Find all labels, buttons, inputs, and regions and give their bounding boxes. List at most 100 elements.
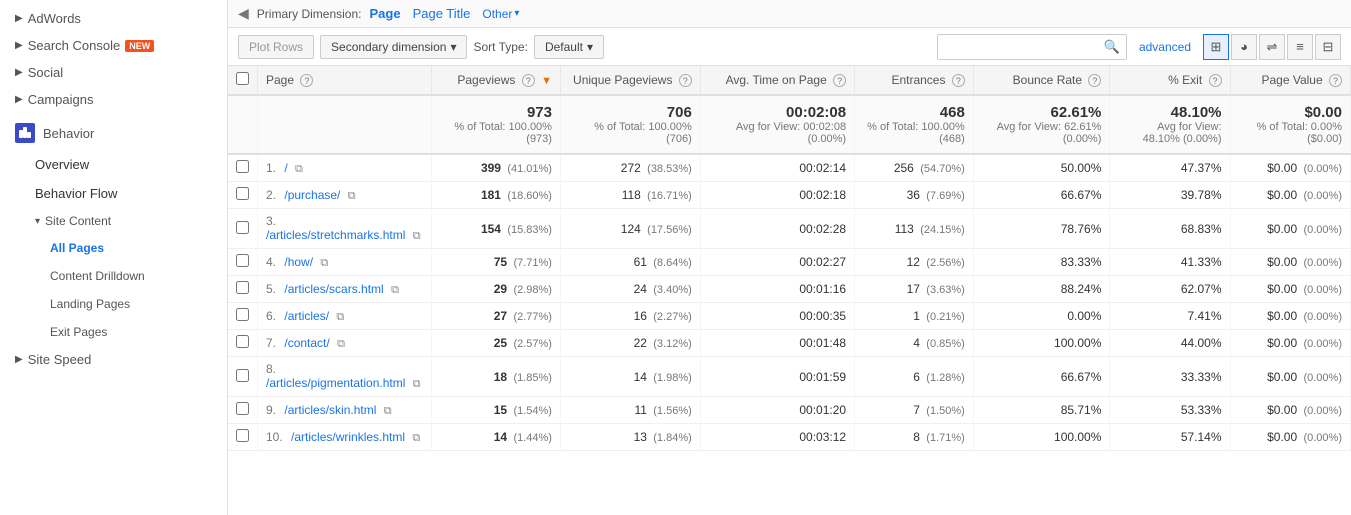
sidebar-item-content-drilldown[interactable]: Content Drilldown xyxy=(0,262,227,290)
pageviews-help-icon[interactable]: ? xyxy=(522,74,535,87)
page-link[interactable]: /articles/skin.html xyxy=(284,403,376,417)
external-link-icon[interactable]: ⧉ xyxy=(413,230,421,242)
external-link-icon[interactable]: ⧉ xyxy=(413,378,421,390)
sidebar-item-all-pages[interactable]: All Pages xyxy=(0,234,227,262)
row-checkbox[interactable] xyxy=(236,402,249,415)
row-pct-exit: 44.00% xyxy=(1110,330,1230,357)
external-link-icon[interactable]: ⧉ xyxy=(348,190,356,202)
row-bounce-rate: 100.00% xyxy=(973,330,1110,357)
dim-tab-other[interactable]: Other ▾ xyxy=(482,7,519,21)
row-bounce-rate: 100.00% xyxy=(973,424,1110,451)
row-bounce-rate: 85.71% xyxy=(973,397,1110,424)
row-checkbox[interactable] xyxy=(236,254,249,267)
summary-bounce-rate: 62.61% Avg for View: 62.61% (0.00%) xyxy=(973,95,1110,154)
row-checkbox[interactable] xyxy=(236,429,249,442)
view-pie-button[interactable]: ◕ xyxy=(1231,34,1257,60)
search-console-arrow: ▶ xyxy=(15,40,23,51)
pv-pct: (41.01%) xyxy=(507,163,552,175)
external-link-icon[interactable]: ⧉ xyxy=(412,432,420,444)
th-upv-label: Unique Pageviews xyxy=(573,73,672,87)
table-row: 4. /how/ ⧉ 75 (7.71%) 61 (8.64%) 00:02:2… xyxy=(228,249,1351,276)
page-link[interactable]: /articles/wrinkles.html xyxy=(291,430,405,444)
row-checkbox[interactable] xyxy=(236,160,249,173)
row-page-value: $0.00 (0.00%) xyxy=(1230,154,1350,182)
pct-exit-help-icon[interactable]: ? xyxy=(1209,74,1222,87)
summary-pv-value: 973 xyxy=(527,104,552,121)
sidebar-item-overview[interactable]: Overview xyxy=(0,150,227,179)
row-entrances: 36 (7.69%) xyxy=(855,182,974,209)
sidebar-item-behavior[interactable]: Behavior xyxy=(0,113,227,150)
avg-time-help-icon[interactable]: ? xyxy=(833,74,846,87)
row-checkbox[interactable] xyxy=(236,187,249,200)
row-checkbox[interactable] xyxy=(236,308,249,321)
pv-pct: (1.44%) xyxy=(513,432,552,444)
page-link[interactable]: /purchase/ xyxy=(284,188,340,202)
page-link[interactable]: /how/ xyxy=(284,255,313,269)
external-link-icon[interactable]: ⧉ xyxy=(320,257,328,269)
upv-help-icon[interactable]: ? xyxy=(679,74,692,87)
sidebar-item-landing-pages[interactable]: Landing Pages xyxy=(0,290,227,318)
row-checkbox[interactable] xyxy=(236,221,249,234)
sidebar-item-site-content[interactable]: ▾ Site Content xyxy=(0,208,227,234)
row-checkbox-cell xyxy=(228,182,258,209)
external-link-icon[interactable]: ⧉ xyxy=(384,405,392,417)
dim-tab-page[interactable]: Page xyxy=(369,6,400,21)
summary-pval-sub: % of Total: 0.00% ($0.00) xyxy=(1239,121,1342,145)
collapse-button[interactable]: ◀ xyxy=(238,5,249,22)
row-bounce-rate: 88.24% xyxy=(973,276,1110,303)
sort-default-button[interactable]: Default ▾ xyxy=(534,35,604,59)
search-input[interactable] xyxy=(944,40,1104,54)
search-icon[interactable]: 🔍 xyxy=(1104,39,1120,55)
sidebar-item-exit-pages[interactable]: Exit Pages xyxy=(0,318,227,346)
sidebar-item-site-speed[interactable]: ▶ Site Speed xyxy=(0,346,227,373)
view-table-button[interactable]: ⊞ xyxy=(1203,34,1229,60)
row-pct-exit: 41.33% xyxy=(1110,249,1230,276)
secondary-dimension-button[interactable]: Secondary dimension ▾ xyxy=(320,35,467,59)
row-number: 4. xyxy=(266,255,276,269)
external-link-icon[interactable]: ⧉ xyxy=(391,284,399,296)
row-pct-exit: 47.37% xyxy=(1110,154,1230,182)
sidebar-item-campaigns[interactable]: ▶ Campaigns xyxy=(0,86,227,113)
summary-entrances: 468 % of Total: 100.00% (468) xyxy=(855,95,974,154)
external-link-icon[interactable]: ⧉ xyxy=(295,163,303,175)
th-checkbox xyxy=(228,66,258,95)
select-all-checkbox[interactable] xyxy=(236,72,249,85)
sidebar-item-behavior-flow[interactable]: Behavior Flow xyxy=(0,179,227,208)
row-unique-pv: 118 (16.71%) xyxy=(560,182,700,209)
external-link-icon[interactable]: ⧉ xyxy=(336,311,344,323)
page-link[interactable]: /articles/stretchmarks.html xyxy=(266,228,405,242)
page-link[interactable]: / xyxy=(284,161,287,175)
table-row: 3. /articles/stretchmarks.html ⧉ 154 (15… xyxy=(228,209,1351,249)
table-row: 10. /articles/wrinkles.html ⧉ 14 (1.44%)… xyxy=(228,424,1351,451)
sidebar-item-social[interactable]: ▶ Social xyxy=(0,59,227,86)
behavior-icon xyxy=(15,123,35,143)
advanced-link[interactable]: advanced xyxy=(1139,40,1191,54)
ent-pct: (0.85%) xyxy=(926,338,965,350)
page-help-icon[interactable]: ? xyxy=(300,74,313,87)
sidebar-item-adwords[interactable]: ▶ AdWords xyxy=(0,5,227,32)
plot-rows-button[interactable]: Plot Rows xyxy=(238,35,314,59)
row-pct-exit: 7.41% xyxy=(1110,303,1230,330)
view-compare-button[interactable]: ⇌ xyxy=(1259,34,1285,60)
page-value-help-icon[interactable]: ? xyxy=(1329,74,1342,87)
page-link[interactable]: /contact/ xyxy=(284,336,329,350)
page-link[interactable]: /articles/scars.html xyxy=(284,282,383,296)
summary-br-sub: Avg for View: 62.61% (0.00%) xyxy=(982,121,1102,145)
view-pivot-button[interactable]: ⊟ xyxy=(1315,34,1341,60)
summary-pct-exit: 48.10% Avg for View: 48.10% (0.00%) xyxy=(1110,95,1230,154)
row-checkbox[interactable] xyxy=(236,335,249,348)
view-bar-button[interactable]: ≡ xyxy=(1287,34,1313,60)
page-link[interactable]: /articles/pigmentation.html xyxy=(266,376,405,390)
bounce-help-icon[interactable]: ? xyxy=(1088,74,1101,87)
summary-avg-time: 00:02:08 Avg for View: 00:02:08 (0.00%) xyxy=(700,95,854,154)
sidebar-item-search-console[interactable]: ▶ Search Console NEW xyxy=(0,32,227,59)
dim-tab-page-title[interactable]: Page Title xyxy=(413,6,471,21)
entrances-help-icon[interactable]: ? xyxy=(952,74,965,87)
row-checkbox-cell xyxy=(228,397,258,424)
page-link[interactable]: /articles/ xyxy=(284,309,329,323)
row-checkbox[interactable] xyxy=(236,281,249,294)
row-checkbox[interactable] xyxy=(236,369,249,382)
external-link-icon[interactable]: ⧉ xyxy=(337,338,345,350)
data-table: Page ? Pageviews ? ▼ Unique Pageviews ? xyxy=(228,66,1351,451)
row-pct-exit: 53.33% xyxy=(1110,397,1230,424)
